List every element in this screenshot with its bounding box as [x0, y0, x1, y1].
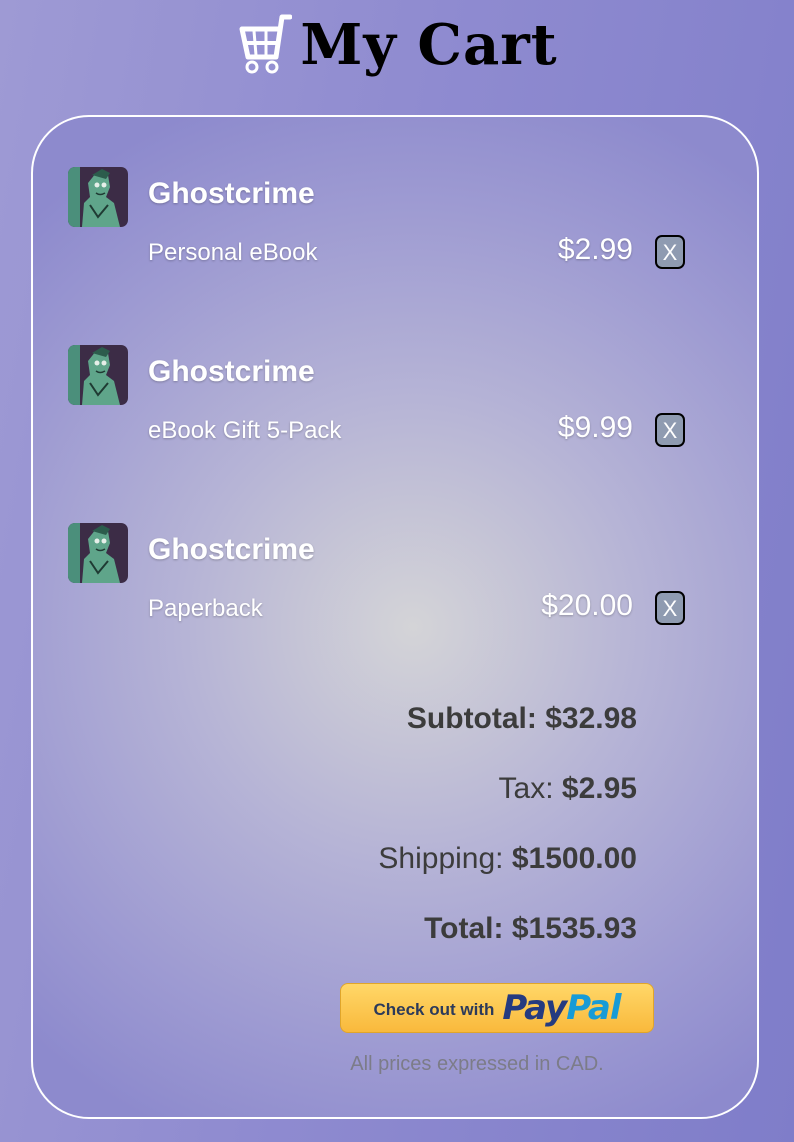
subtotal-value: $32.98 — [545, 702, 637, 735]
paypal-logo-pay: Pay — [502, 988, 567, 1028]
cart-panel: Ghostcrime Personal eBook $2.99 X Ghostc… — [31, 115, 759, 1119]
book-cover-thumbnail — [68, 167, 128, 227]
paypal-logo-pal: Pal — [566, 988, 621, 1028]
page-title: My Cart — [300, 12, 558, 78]
cart-item: Ghostcrime Personal eBook $2.99 X — [33, 167, 757, 277]
cart-item: Ghostcrime Paperback $20.00 X — [33, 523, 757, 633]
total-value: $1535.93 — [511, 912, 637, 945]
shipping-value: $1500.00 — [511, 842, 637, 875]
item-price: $2.99 — [557, 233, 633, 266]
item-price: $20.00 — [541, 589, 633, 622]
shipping-line: Shipping: $1500.00 — [378, 842, 637, 876]
book-cover-thumbnail — [68, 523, 128, 583]
page-header: My Cart — [0, 0, 794, 100]
cart-icon — [239, 14, 293, 74]
currency-note: All prices expressed in CAD. — [350, 1053, 604, 1075]
book-cover-thumbnail — [68, 345, 128, 405]
shipping-label: Shipping: — [378, 842, 504, 875]
tax-value: $2.95 — [561, 772, 637, 805]
item-price: $9.99 — [557, 411, 633, 444]
total-line: Total: $1535.93 — [424, 912, 637, 946]
remove-item-button[interactable]: X — [655, 413, 685, 447]
tax-label: Tax: — [498, 772, 554, 805]
item-title: Ghostcrime — [148, 355, 315, 388]
subtotal-label: Subtotal: — [406, 702, 537, 735]
subtotal-line: Subtotal: $32.98 — [407, 702, 637, 736]
remove-item-button[interactable]: X — [655, 235, 685, 269]
item-format: eBook Gift 5-Pack — [148, 417, 342, 444]
remove-item-button[interactable]: X — [655, 591, 685, 625]
item-format: Personal eBook — [148, 239, 318, 266]
item-format: Paperback — [148, 595, 263, 622]
tax-line: Tax: $2.95 — [499, 772, 637, 806]
paypal-prefix: Check out with — [373, 1000, 495, 1019]
cart-item: Ghostcrime eBook Gift 5-Pack $9.99 X — [33, 345, 757, 455]
item-title: Ghostcrime — [148, 177, 315, 210]
total-label: Total: — [424, 912, 504, 945]
paypal-checkout-button[interactable]: Check out with Pay Pal — [340, 983, 654, 1033]
item-title: Ghostcrime — [148, 533, 315, 566]
